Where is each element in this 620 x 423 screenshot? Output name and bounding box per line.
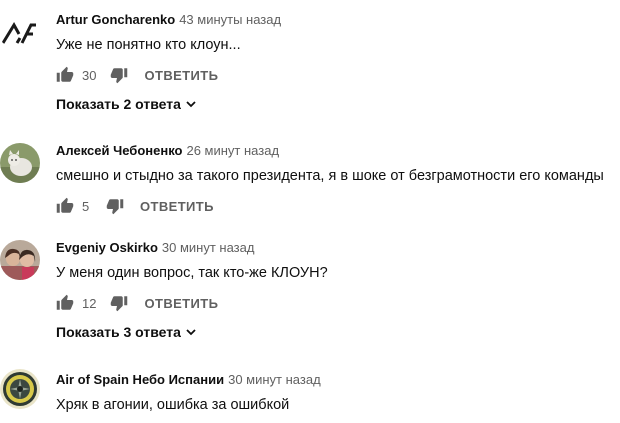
avatar[interactable] (0, 143, 40, 183)
author-name[interactable]: Алексей Чебоненко (56, 143, 182, 158)
comment-header: Evgeniy Oskirko 30 минут назад (56, 240, 254, 256)
cat-photo-icon (0, 143, 40, 183)
comment-actions: 12 ОТВЕТИТЬ (56, 293, 218, 313)
comment-actions: 5 ОТВЕТИТЬ (56, 196, 214, 216)
thumb-down-icon[interactable] (106, 197, 124, 215)
aircraft-engine-icon (0, 369, 40, 409)
comment-text: смешно и стыдно за такого президента, я … (56, 168, 604, 184)
like-count: 5 (82, 198, 90, 214)
thumb-down-icon[interactable] (110, 294, 128, 312)
comment-text: У меня один вопрос, так кто-же КЛОУН? (56, 265, 328, 281)
comment-actions: 30 ОТВЕТИТЬ (56, 65, 218, 85)
show-replies-button[interactable]: Показать 2 ответа (56, 96, 197, 112)
chevron-down-icon (186, 329, 196, 336)
reply-button[interactable]: ОТВЕТИТЬ (144, 68, 218, 83)
like-count: 30 (82, 67, 97, 83)
comment-header: Алексей Чебоненко 26 минут назад (56, 143, 279, 159)
chevron-down-icon (186, 101, 196, 108)
author-name[interactable]: Artur Goncharenko (56, 12, 175, 27)
comment-header: Artur Goncharenko 43 минуты назад (56, 12, 281, 28)
avatar[interactable] (0, 369, 40, 409)
timestamp[interactable]: 30 минут назад (162, 240, 255, 255)
show-replies-button[interactable]: Показать 3 ответа (56, 324, 197, 340)
couple-photo-icon (0, 240, 40, 280)
reply-button[interactable]: ОТВЕТИТЬ (140, 199, 214, 214)
thumb-up-icon[interactable] (56, 294, 74, 312)
timestamp[interactable]: 43 минуты назад (179, 12, 281, 27)
show-replies-label: Показать 2 ответа (56, 96, 181, 112)
timestamp[interactable]: 30 минут назад (228, 372, 321, 387)
comment-header: Air of Spain Небо Испании 30 минут назад (56, 372, 321, 388)
comment-text: Хряк в агонии, ошибка за ошибкой (56, 397, 290, 413)
avatar[interactable] (0, 240, 40, 280)
af-logo-icon (0, 13, 40, 53)
show-replies-label: Показать 3 ответа (56, 324, 181, 340)
avatar[interactable] (0, 13, 40, 53)
reply-button[interactable]: ОТВЕТИТЬ (144, 296, 218, 311)
thumb-up-icon[interactable] (56, 66, 74, 84)
like-count: 12 (82, 295, 97, 311)
thumb-down-icon[interactable] (110, 66, 128, 84)
thumb-up-icon[interactable] (56, 197, 74, 215)
author-name[interactable]: Air of Spain Небо Испании (56, 372, 224, 387)
author-name[interactable]: Evgeniy Oskirko (56, 240, 158, 255)
timestamp[interactable]: 26 минут назад (186, 143, 279, 158)
comment-text: Уже не понятно кто клоун... (56, 37, 241, 53)
